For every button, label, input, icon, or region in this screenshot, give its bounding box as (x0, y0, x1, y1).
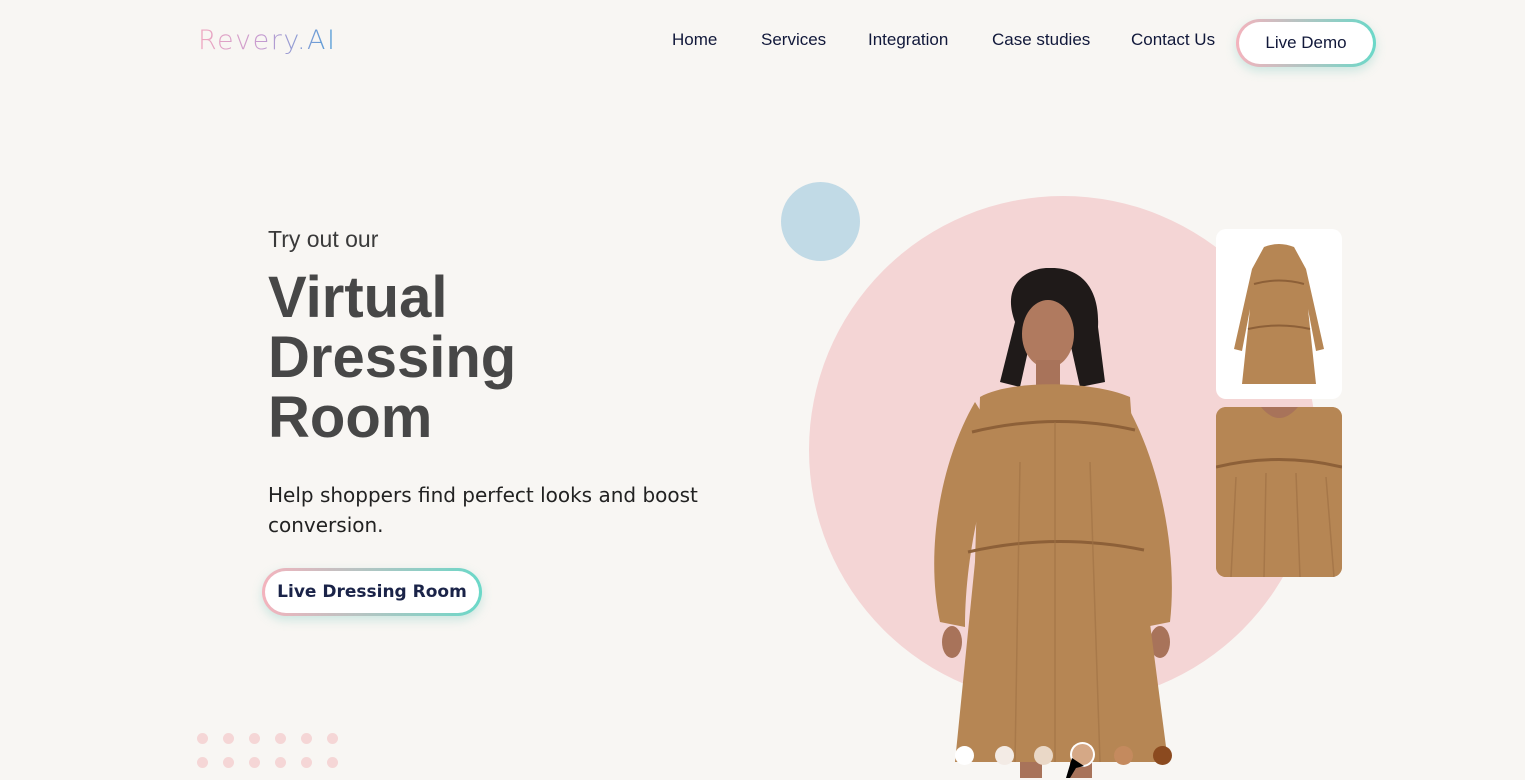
swatch-cream[interactable] (995, 746, 1014, 765)
product-thumbnail-full[interactable] (1216, 229, 1342, 399)
swatch-white[interactable] (955, 746, 974, 765)
live-dressing-room-button[interactable]: Live Dressing Room (262, 568, 482, 616)
fabric-detail-icon (1216, 407, 1342, 577)
hero-title-line-3: Room (268, 385, 433, 450)
nav-integration[interactable]: Integration (868, 30, 948, 50)
hero-title-line-2: Dressing (268, 325, 517, 390)
swatch-beige[interactable] (1034, 746, 1053, 765)
live-demo-button[interactable]: Live Demo (1236, 19, 1376, 67)
swatch-camel[interactable] (1114, 746, 1133, 765)
decorative-blue-circle (781, 182, 860, 261)
model-image (934, 267, 1172, 778)
nav-services[interactable]: Services (761, 30, 826, 50)
dress-icon (1234, 244, 1324, 384)
hero-pre-title: Try out our (268, 226, 379, 252)
nav-home[interactable]: Home (672, 30, 717, 50)
nav-contact-us[interactable]: Contact Us (1131, 30, 1215, 50)
mouse-cursor-icon (1066, 758, 1084, 778)
decorative-dot-grid (197, 733, 347, 773)
product-thumbnail-detail[interactable] (1216, 407, 1342, 577)
hero-title-line-1: Virtual (268, 265, 448, 330)
nav-case-studies[interactable]: Case studies (992, 30, 1090, 50)
swatch-brown[interactable] (1153, 746, 1172, 765)
hero-subtitle: Help shoppers find perfect looks and boo… (268, 483, 698, 537)
hero-title: Virtual Dressing Room (268, 268, 516, 448)
